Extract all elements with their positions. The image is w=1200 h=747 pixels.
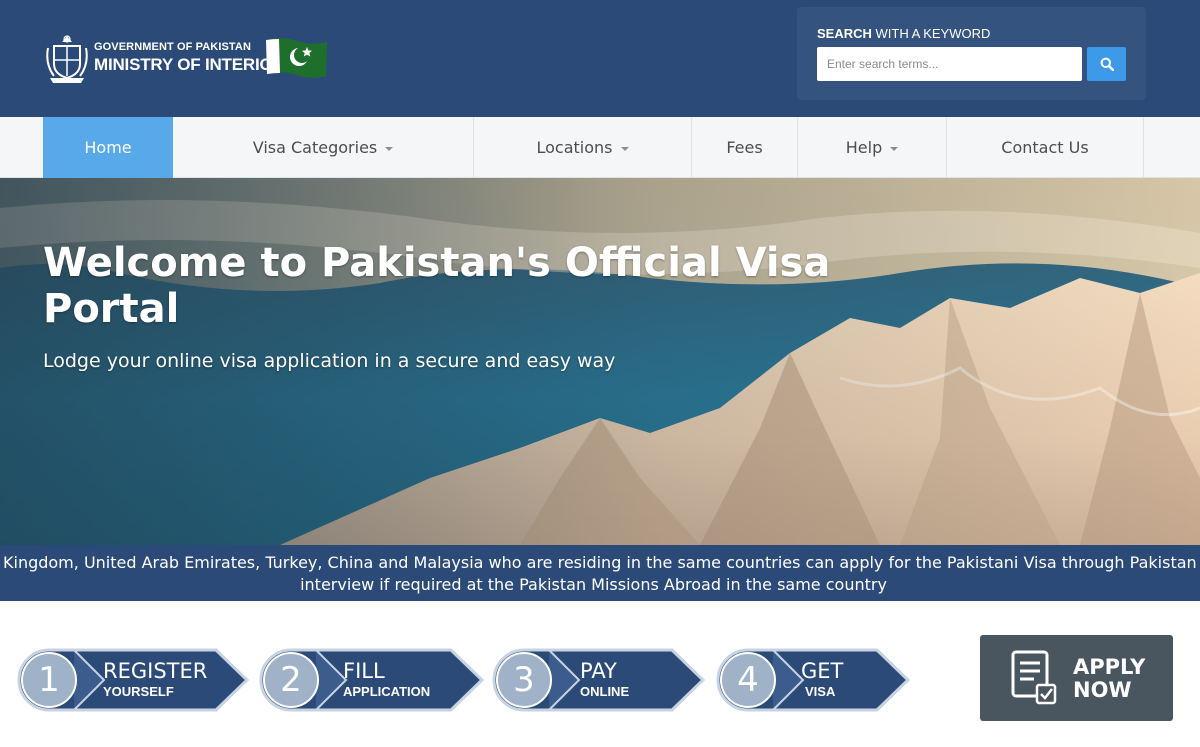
caret-down-icon	[385, 146, 394, 151]
search-icon	[1100, 57, 1114, 71]
search-input[interactable]	[817, 47, 1082, 81]
nav-item-locations[interactable]: Locations	[474, 117, 692, 178]
apply-now-button[interactable]: APPLY NOW	[980, 635, 1173, 721]
step-title: GET	[801, 659, 844, 683]
logo-line-2: MINISTRY OF INTERIOR	[94, 55, 285, 74]
step-subtitle: ONLINE	[580, 684, 630, 699]
nav-label: Help	[845, 138, 883, 157]
ministry-logo[interactable]: GOVERNMENT OF PAKISTAN MINISTRY OF INTER…	[44, 30, 334, 86]
apply-line-1: APPLY	[1073, 655, 1146, 679]
step-number: 4	[737, 660, 759, 700]
document-check-icon	[1011, 650, 1057, 705]
step-register[interactable]: 1 REGISTER YOURSELF	[16, 647, 251, 713]
caret-down-icon	[890, 146, 899, 151]
nav-item-visa-categories[interactable]: Visa Categories	[173, 117, 474, 178]
main-navigation: Home Visa Categories Locations Fees Help…	[0, 117, 1200, 178]
search-heading-bold: SEARCH	[817, 26, 872, 41]
caret-down-icon	[620, 146, 629, 151]
apply-line-2: NOW	[1073, 678, 1132, 702]
search-button[interactable]	[1087, 47, 1126, 81]
logo-text: GOVERNMENT OF PAKISTAN MINISTRY OF INTER…	[94, 41, 285, 74]
nav-label: Locations	[536, 138, 613, 157]
step-title: PAY	[580, 659, 617, 683]
nav-item-fees[interactable]: Fees	[692, 117, 798, 178]
hero-subtitle: Lodge your online visa application in a …	[43, 350, 616, 372]
step-number: 3	[513, 660, 535, 700]
step-subtitle: YOURSELF	[103, 684, 174, 699]
ticker-line-2: interview if required at the Pakistan Mi…	[300, 575, 887, 594]
step-subtitle: VISA	[805, 684, 836, 699]
nav-label: Fees	[726, 138, 763, 157]
step-title: REGISTER	[103, 659, 208, 683]
nav-item-home[interactable]: Home	[43, 117, 173, 178]
step-title: FILL	[343, 659, 385, 683]
step-number: 2	[280, 660, 302, 700]
state-emblem-icon	[46, 35, 88, 83]
apply-now-label: APPLY NOW	[1073, 656, 1145, 702]
nav-label: Home	[84, 138, 132, 157]
step-fill-application[interactable]: 2 FILL APPLICATION	[258, 647, 486, 713]
search-panel: SEARCH WITH A KEYWORD	[797, 7, 1146, 100]
step-number: 1	[38, 660, 60, 700]
step-subtitle: APPLICATION	[343, 684, 431, 699]
hero-title: Welcome to Pakistan's Official Visa Port…	[43, 240, 831, 332]
logo-line-1: GOVERNMENT OF PAKISTAN	[94, 41, 252, 53]
search-heading-rest: WITH A KEYWORD	[871, 26, 991, 41]
announcement-ticker: Kingdom, United Arab Emirates, Turkey, C…	[0, 545, 1200, 601]
ticker-line-1: Kingdom, United Arab Emirates, Turkey, C…	[3, 553, 1200, 572]
nav-item-help[interactable]: Help	[798, 117, 947, 178]
pakistan-flag-icon	[266, 38, 327, 78]
site-header: GOVERNMENT OF PAKISTAN MINISTRY OF INTER…	[0, 0, 1200, 117]
step-pay-online[interactable]: 3 PAY ONLINE	[491, 647, 707, 713]
step-get-visa[interactable]: 4 GET VISA	[715, 647, 912, 713]
search-heading: SEARCH WITH A KEYWORD	[817, 26, 990, 41]
hero-banner: Welcome to Pakistan's Official Visa Port…	[0, 178, 1200, 545]
nav-label: Visa Categories	[252, 138, 378, 157]
nav-item-contact-us[interactable]: Contact Us	[947, 117, 1144, 178]
nav-label: Contact Us	[1001, 138, 1089, 157]
